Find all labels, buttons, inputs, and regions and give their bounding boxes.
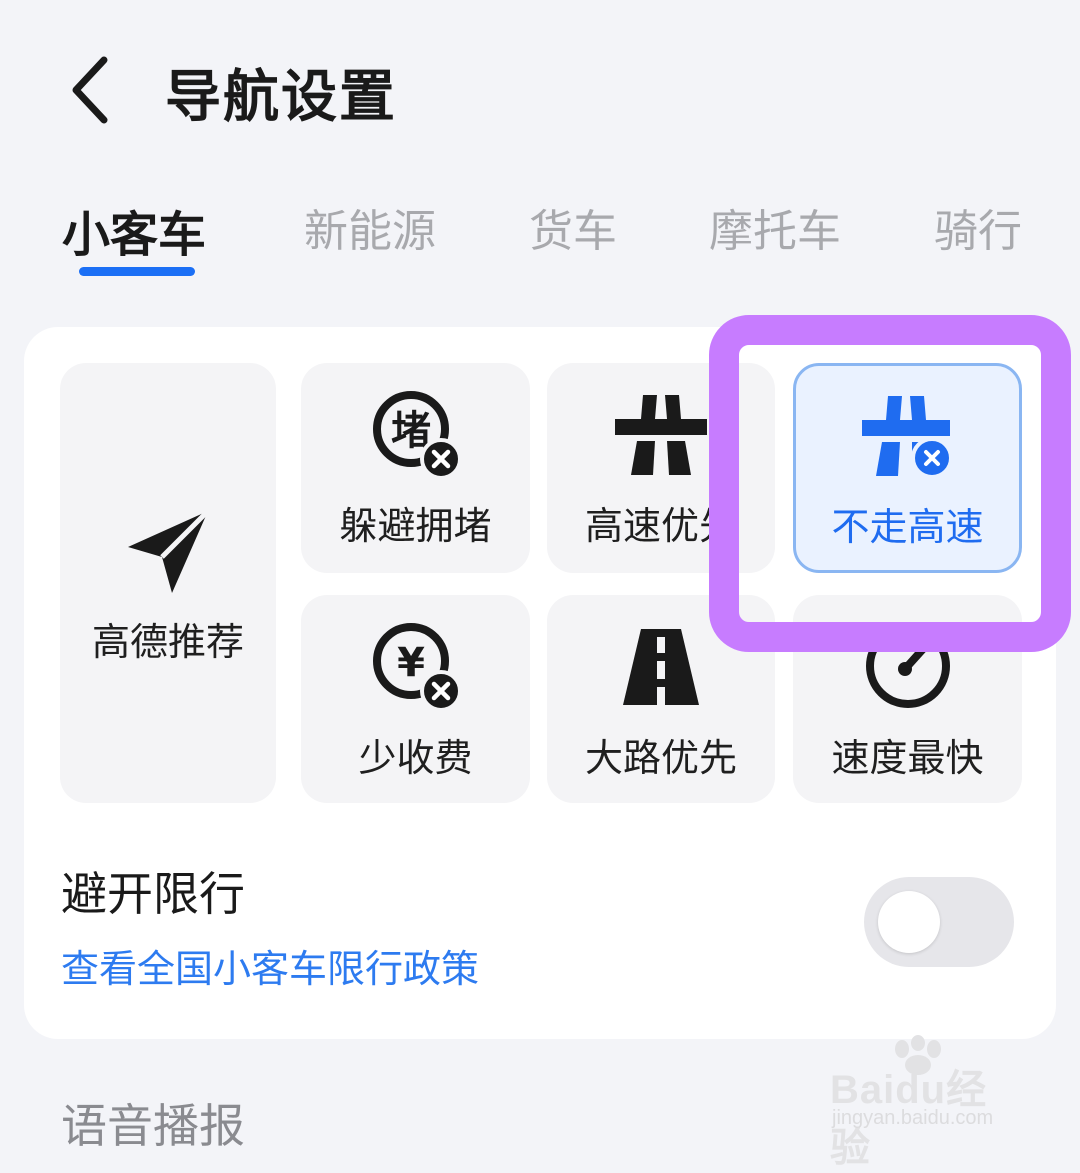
voice-broadcast-section-title[interactable]: 语音播报 bbox=[61, 1090, 245, 1156]
option-label: 速度最快 bbox=[831, 736, 984, 780]
avoid-congestion-icon: 堵 bbox=[373, 391, 462, 480]
back-button[interactable] bbox=[60, 50, 130, 130]
avoid-restriction-title: 避开限行 bbox=[61, 867, 245, 921]
option-less-toll[interactable]: ¥ 少收费 bbox=[301, 595, 530, 803]
tab-car[interactable]: 小客车 bbox=[62, 195, 206, 265]
no-highway-icon bbox=[862, 396, 953, 479]
option-label: 少收费 bbox=[358, 736, 473, 780]
watermark-url: jingyan.baidu.com bbox=[832, 1107, 994, 1129]
chevron-left-icon bbox=[72, 56, 108, 124]
tab-motorcycle[interactable]: 摩托车 bbox=[709, 195, 841, 259]
highway-icon bbox=[615, 395, 707, 475]
speedometer-icon bbox=[866, 624, 950, 708]
vehicle-tabs: 小客车 新能源 货车 摩托车 骑行 bbox=[0, 195, 1080, 295]
option-label: 高德推荐 bbox=[91, 620, 244, 664]
option-avoid-congestion[interactable]: 堵 躲避拥堵 bbox=[301, 363, 530, 573]
toggle-knob bbox=[878, 891, 940, 953]
option-avoid-highway[interactable]: 不走高速 bbox=[793, 363, 1022, 573]
option-fastest[interactable]: 速度最快 bbox=[793, 595, 1022, 803]
option-label: 躲避拥堵 bbox=[339, 504, 492, 548]
option-label: 高速优先 bbox=[584, 504, 737, 548]
option-label: 大路优先 bbox=[584, 736, 737, 780]
restriction-policy-link[interactable]: 查看全国小客车限行政策 bbox=[61, 938, 479, 993]
tab-truck[interactable]: 货车 bbox=[529, 195, 617, 259]
svg-text:¥: ¥ bbox=[397, 640, 425, 686]
option-label: 不走高速 bbox=[831, 505, 984, 549]
tab-new-energy[interactable]: 新能源 bbox=[304, 195, 436, 259]
header: 导航设置 bbox=[0, 0, 1080, 180]
tab-indicator bbox=[79, 267, 195, 276]
page-title: 导航设置 bbox=[165, 65, 397, 130]
avoid-restriction-toggle[interactable] bbox=[864, 877, 1014, 967]
option-highway-first[interactable]: 高速优先 bbox=[547, 363, 775, 573]
tab-cycling[interactable]: 骑行 bbox=[934, 195, 1022, 259]
watermark: Baidu经验 jingyan.baidu.com bbox=[826, 1035, 1026, 1170]
less-toll-icon: ¥ bbox=[373, 623, 462, 712]
option-main-road-first[interactable]: 大路优先 bbox=[547, 595, 775, 803]
paper-plane-icon bbox=[128, 509, 210, 593]
main-road-icon bbox=[623, 629, 699, 705]
option-amap-recommend[interactable]: 高德推荐 bbox=[60, 363, 276, 803]
